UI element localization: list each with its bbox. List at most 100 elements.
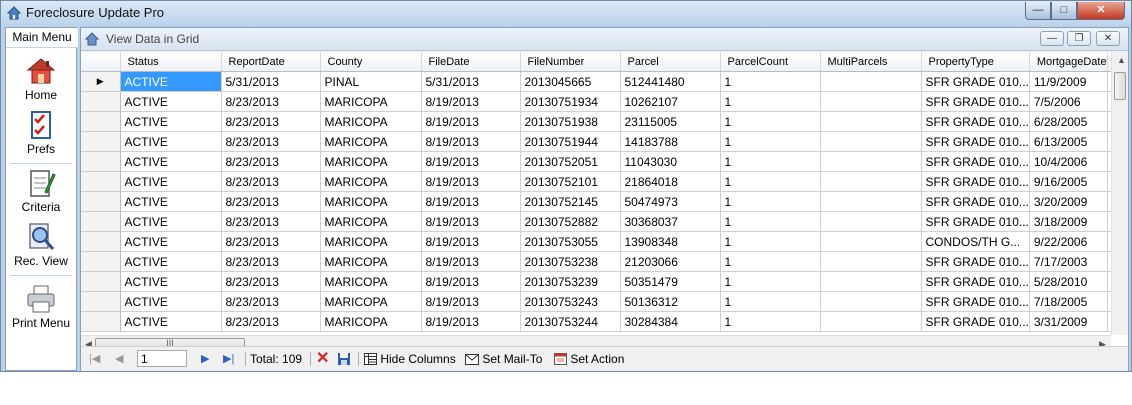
row-header[interactable] xyxy=(81,131,121,152)
table-cell[interactable]: 10262107 xyxy=(620,91,721,112)
table-cell[interactable]: 20130752101 xyxy=(520,171,621,192)
table-cell[interactable]: 50351479 xyxy=(620,271,721,292)
set-action-button[interactable]: Set Action xyxy=(554,347,624,371)
vertical-scrollbar[interactable]: ▲ xyxy=(1111,52,1128,335)
table-cell[interactable]: ACTIVE xyxy=(120,171,222,192)
table-cell[interactable]: 1 xyxy=(720,271,821,292)
table-cell[interactable]: 11/9/2009 xyxy=(1029,71,1108,92)
table-row[interactable]: ACTIVE 8/23/2013 MARICOPA 8/19/2013 20130752… xyxy=(81,211,1116,232)
table-cell[interactable]: ACTIVE xyxy=(120,291,222,312)
column-header[interactable]: MultiParcels xyxy=(820,52,922,72)
row-header[interactable] xyxy=(81,171,121,192)
table-cell[interactable]: SFR GRADE 010... xyxy=(921,311,1030,332)
table-cell[interactable]: 8/23/2013 xyxy=(221,151,321,172)
table-cell[interactable]: 6/13/2005 xyxy=(1029,131,1108,152)
table-row[interactable]: ACTIVE 8/23/2013 MARICOPA 8/19/2013 20130753… xyxy=(81,251,1116,272)
table-cell[interactable]: 8/19/2013 xyxy=(421,151,521,172)
table-cell[interactable]: 3/18/2009 xyxy=(1029,211,1108,232)
delete-icon[interactable]: ✕ xyxy=(316,347,329,371)
table-cell[interactable]: 8/19/2013 xyxy=(421,211,521,232)
table-cell[interactable]: 10/4/2006 xyxy=(1029,151,1108,172)
table-cell[interactable]: MARICOPA xyxy=(320,131,422,152)
table-cell[interactable]: 6/28/2005 xyxy=(1029,111,1108,132)
table-cell[interactable]: 8/19/2013 xyxy=(421,171,521,192)
child-close-button[interactable]: ✕ xyxy=(1096,31,1120,46)
column-header[interactable]: FileDate xyxy=(421,52,521,72)
table-cell[interactable]: 1 xyxy=(720,311,821,332)
sidebar-item-print-menu[interactable]: Print Menu xyxy=(6,284,76,330)
table-cell[interactable]: ACTIVE xyxy=(120,211,222,232)
table-cell[interactable]: 8/23/2013 xyxy=(221,251,321,272)
table-cell[interactable]: 9/22/2006 xyxy=(1029,231,1108,252)
table-cell[interactable]: ACTIVE xyxy=(120,71,222,92)
table-cell[interactable]: 5/28/2010 xyxy=(1029,271,1108,292)
row-header-corner[interactable] xyxy=(81,52,121,72)
table-cell[interactable]: 7/18/2005 xyxy=(1029,291,1108,312)
table-cell[interactable] xyxy=(820,231,922,252)
table-cell[interactable]: 20130753055 xyxy=(520,231,621,252)
table-cell[interactable]: SFR GRADE 010... xyxy=(921,151,1030,172)
main-menu-tab[interactable]: Main Menu xyxy=(6,28,78,48)
table-cell[interactable]: 512441480 xyxy=(620,71,721,92)
table-cell[interactable]: 14183788 xyxy=(620,131,721,152)
table-row[interactable]: ACTIVE 8/23/2013 MARICOPA 8/19/2013 20130752… xyxy=(81,171,1116,192)
table-cell[interactable]: SFR GRADE 010... xyxy=(921,71,1030,92)
table-cell[interactable]: MARICOPA xyxy=(320,271,422,292)
table-row[interactable]: ▶ ACTIVE 5/31/2013 PINAL 5/31/2013 2013045665… xyxy=(81,71,1116,92)
table-cell[interactable]: 8/19/2013 xyxy=(421,291,521,312)
table-cell[interactable]: ACTIVE xyxy=(120,111,222,132)
table-cell[interactable]: 21203066 xyxy=(620,251,721,272)
title-bar[interactable]: Foreclosure Update Pro — □ ✕ xyxy=(1,1,1131,25)
column-header[interactable]: ReportDate xyxy=(221,52,321,72)
table-cell[interactable]: 21864018 xyxy=(620,171,721,192)
table-row[interactable]: ACTIVE 8/23/2013 MARICOPA 8/19/2013 20130752… xyxy=(81,191,1116,212)
table-cell[interactable]: SFR GRADE 010... xyxy=(921,131,1030,152)
column-header[interactable]: Parcel xyxy=(620,52,721,72)
table-cell[interactable] xyxy=(820,71,922,92)
table-cell[interactable]: ACTIVE xyxy=(120,91,222,112)
row-header[interactable] xyxy=(81,91,121,112)
table-cell[interactable]: 20130752882 xyxy=(520,211,621,232)
table-cell[interactable]: 1 xyxy=(720,211,821,232)
table-row[interactable]: ACTIVE 8/23/2013 MARICOPA 8/19/2013 20130751… xyxy=(81,91,1116,112)
table-cell[interactable] xyxy=(820,171,922,192)
table-row[interactable]: ACTIVE 8/23/2013 MARICOPA 8/19/2013 20130753… xyxy=(81,231,1116,252)
table-cell[interactable]: SFR GRADE 010... xyxy=(921,271,1030,292)
column-header[interactable]: PropertyType xyxy=(921,52,1030,72)
table-cell[interactable]: 8/23/2013 xyxy=(221,311,321,332)
table-cell[interactable]: 5/31/2013 xyxy=(421,71,521,92)
table-cell[interactable]: 13908348 xyxy=(620,231,721,252)
sidebar-item-prefs[interactable]: Prefs xyxy=(6,110,76,156)
table-cell[interactable] xyxy=(820,251,922,272)
table-cell[interactable]: MARICOPA xyxy=(320,151,422,172)
table-cell[interactable]: SFR GRADE 010... xyxy=(921,91,1030,112)
table-cell[interactable]: 20130753238 xyxy=(520,251,621,272)
table-cell[interactable]: ACTIVE xyxy=(120,231,222,252)
move-last-icon[interactable]: ▶| xyxy=(223,347,234,371)
table-cell[interactable]: 1 xyxy=(720,151,821,172)
table-cell[interactable]: 8/23/2013 xyxy=(221,291,321,312)
table-cell[interactable]: 20130753244 xyxy=(520,311,621,332)
table-cell[interactable] xyxy=(820,151,922,172)
table-cell[interactable]: 8/19/2013 xyxy=(421,251,521,272)
column-header[interactable]: Status xyxy=(120,52,222,72)
table-cell[interactable]: MARICOPA xyxy=(320,171,422,192)
table-cell[interactable]: 1 xyxy=(720,171,821,192)
table-cell[interactable]: MARICOPA xyxy=(320,111,422,132)
column-header[interactable]: ParcelCount xyxy=(720,52,821,72)
table-row[interactable]: ACTIVE 8/23/2013 MARICOPA 8/19/2013 20130753… xyxy=(81,311,1116,332)
table-cell[interactable]: 3/20/2009 xyxy=(1029,191,1108,212)
table-row[interactable]: ACTIVE 8/23/2013 MARICOPA 8/19/2013 20130751… xyxy=(81,111,1116,132)
table-cell[interactable]: 20130753239 xyxy=(520,271,621,292)
table-cell[interactable]: 8/19/2013 xyxy=(421,271,521,292)
table-cell[interactable]: 1 xyxy=(720,111,821,132)
table-cell[interactable]: 20130751938 xyxy=(520,111,621,132)
table-cell[interactable] xyxy=(820,111,922,132)
table-cell[interactable] xyxy=(820,271,922,292)
close-button[interactable]: ✕ xyxy=(1077,2,1125,20)
table-cell[interactable]: 20130752145 xyxy=(520,191,621,212)
table-cell[interactable]: 8/23/2013 xyxy=(221,171,321,192)
table-cell[interactable]: 8/19/2013 xyxy=(421,131,521,152)
table-cell[interactable]: 8/23/2013 xyxy=(221,271,321,292)
table-cell[interactable]: ACTIVE xyxy=(120,311,222,332)
